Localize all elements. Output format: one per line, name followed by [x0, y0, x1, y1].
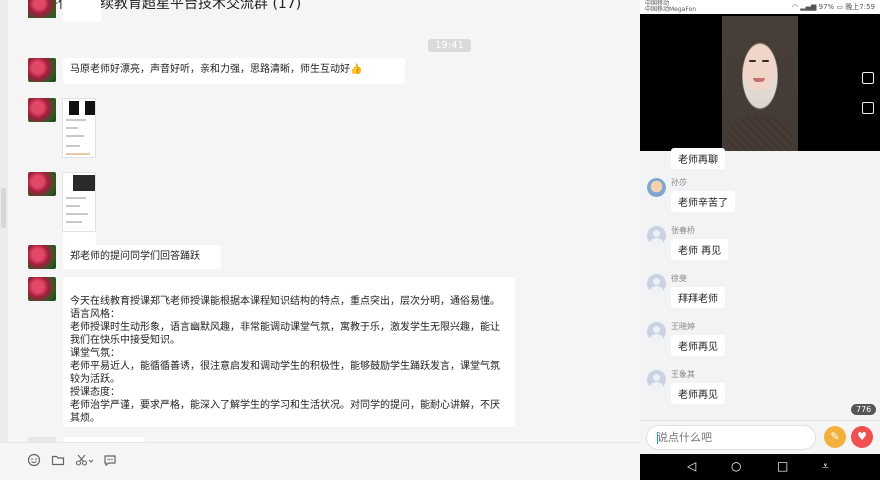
commenter-name: 徐斐 — [671, 274, 687, 283]
status-bar: 中国移动 中国移动MegaFon ◠ ▂▄▆ 97% ▭ 晚上7:59 — [640, 0, 880, 14]
like-button[interactable]: ♥ — [851, 426, 873, 448]
message-bubble[interactable]: 郑老师的提问同学们回答踊跃 — [63, 245, 221, 269]
emoji-icon[interactable] — [27, 453, 41, 467]
message-bubble[interactable] — [63, 232, 96, 246]
chat-bubble-icon[interactable] — [103, 453, 117, 467]
avatar[interactable] — [28, 98, 56, 122]
folder-icon[interactable] — [51, 453, 65, 467]
avatar[interactable] — [28, 172, 56, 196]
edit-icon[interactable] — [862, 102, 874, 114]
commenter-name: 王象其 — [671, 370, 695, 379]
menu-icon[interactable]: ⩡ — [822, 459, 829, 473]
wifi-icon: ◠ — [791, 3, 798, 11]
chat-toolbar — [0, 442, 640, 480]
message-bubble[interactable] — [63, 0, 101, 22]
avatar[interactable] — [28, 0, 56, 18]
viewer-count-badge: 776 — [851, 404, 877, 415]
comment-text: 老师再聊 — [671, 148, 725, 169]
carrier-text: 中国移动 中国移动MegaFon — [645, 0, 697, 13]
edit-button[interactable]: ✎ — [824, 426, 846, 448]
comment-text: 拜拜老师 — [671, 287, 725, 308]
battery-icon: ▭ — [836, 3, 844, 11]
commenter-name: 王晓婷 — [671, 322, 695, 331]
avatar[interactable] — [647, 322, 666, 341]
avatar[interactable] — [647, 226, 666, 245]
signal-icon: ▂▄▆ — [800, 3, 817, 11]
chat-window: 电子信息继续教育超星平台技术交流群 (17) 19:41 马原老师好漂亮，声音好… — [0, 0, 640, 480]
commenter-name: 张春桥 — [671, 226, 695, 235]
avatar[interactable] — [28, 245, 56, 269]
android-nav-bar: ◁ ○ □ ⩡ — [640, 454, 880, 480]
image-thumbnail[interactable] — [62, 172, 96, 232]
clock: 晚上7:59 — [845, 3, 875, 11]
recents-icon[interactable]: □ — [777, 459, 788, 473]
back-icon[interactable]: ◁ — [687, 459, 696, 473]
text-caret — [657, 432, 658, 444]
phone-screen: 中国移动 中国移动MegaFon ◠ ▂▄▆ 97% ▭ 晚上7:59 老师再聊… — [640, 0, 880, 480]
message-bubble[interactable]: 马原老师好漂亮，声音好听，亲和力强，思路清晰，师生互动好👍 — [63, 58, 405, 84]
avatar[interactable] — [647, 274, 666, 293]
scissors-icon[interactable] — [75, 453, 95, 467]
avatar[interactable] — [647, 178, 666, 197]
status-right: ◠ ▂▄▆ 97% ▭ 晚上7:59 — [792, 2, 875, 12]
comment-bar: ✎ ♥ — [640, 420, 880, 454]
scrollbar-thumb[interactable] — [1, 188, 6, 228]
comment-text: 老师再见 — [671, 383, 725, 404]
image-thumbnail[interactable] — [62, 98, 96, 158]
comment-input[interactable] — [646, 425, 816, 450]
message-text: 郑老师的提问同学们回答踊跃 — [70, 251, 200, 262]
timestamp: 19:41 — [428, 39, 471, 52]
teacher-video-feed — [722, 16, 798, 151]
comment-text: 老师 再见 — [671, 239, 729, 260]
avatar[interactable] — [28, 277, 56, 301]
image-icon[interactable] — [862, 72, 874, 84]
comment-text: 老师辛苦了 — [671, 191, 735, 212]
heart-icon: ♥ — [857, 430, 867, 443]
battery-level: 97% — [818, 3, 835, 11]
avatar[interactable] — [647, 370, 666, 389]
comment-text: 老师再见 — [671, 335, 725, 356]
message-text: 今天在线教育授课郑飞老师授课能根据本课程知识结构的特点，重点突出，层次分明，通俗… — [70, 296, 500, 424]
message-bubble[interactable]: 今天在线教育授课郑飞老师授课能根据本课程知识结构的特点，重点突出，层次分明，通俗… — [63, 277, 515, 427]
home-icon[interactable]: ○ — [731, 459, 741, 473]
message-text: 马原老师好漂亮，声音好听，亲和力强，思路清晰，师生互动好👍 — [70, 64, 363, 75]
chat-scrollbar[interactable] — [0, 0, 8, 480]
live-video[interactable] — [640, 14, 880, 151]
pencil-icon: ✎ — [830, 430, 840, 443]
commenter-name: 孙莎 — [671, 178, 687, 187]
avatar[interactable] — [28, 58, 56, 82]
